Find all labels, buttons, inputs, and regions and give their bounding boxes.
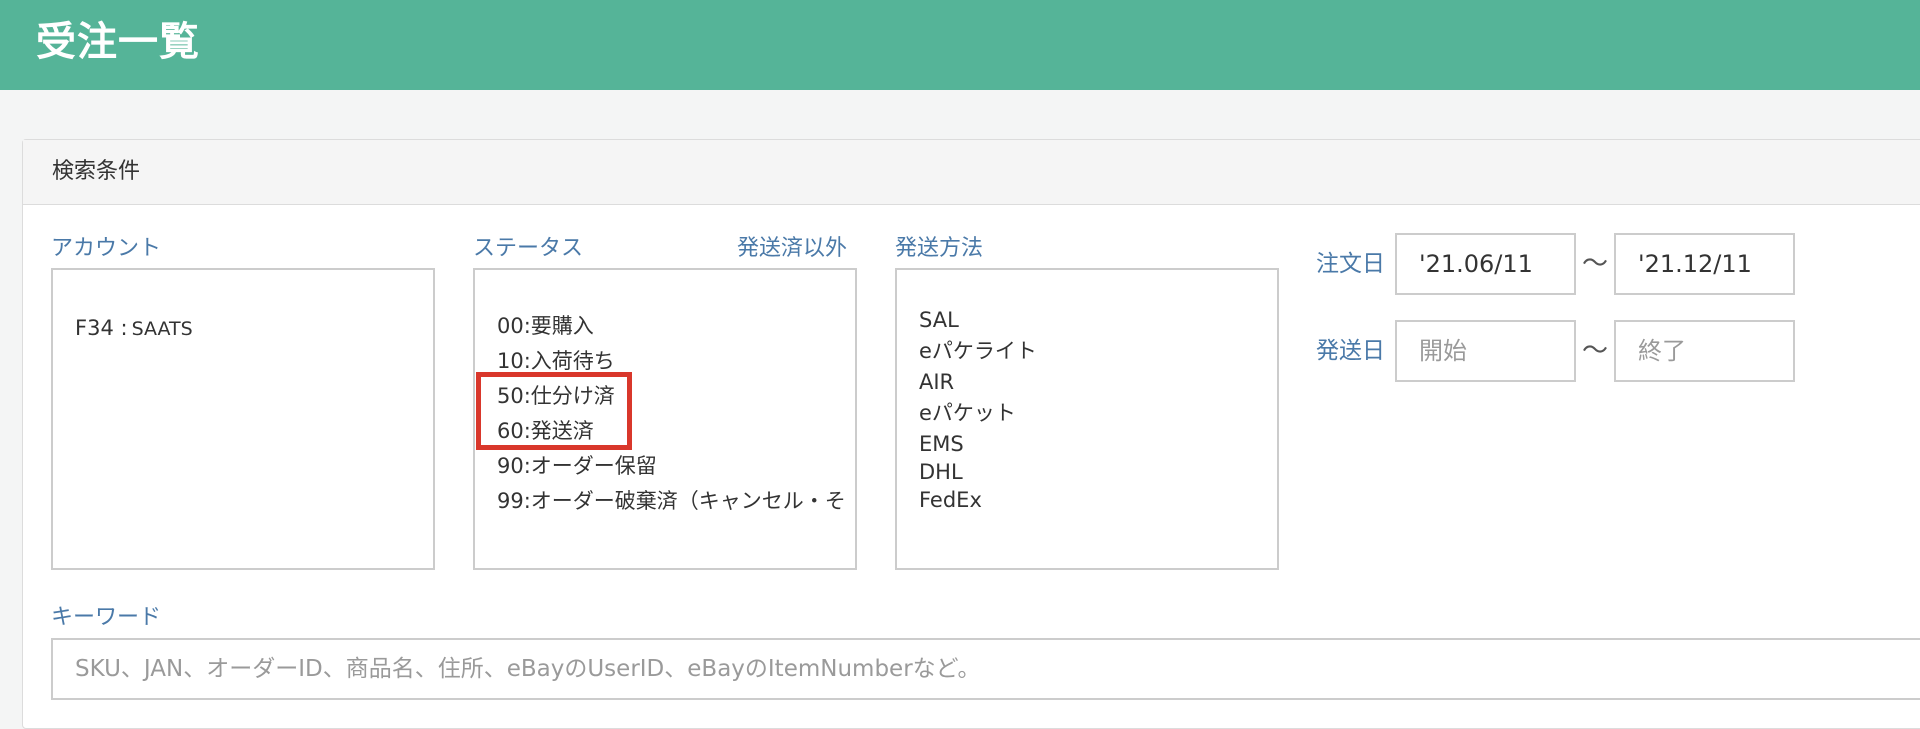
status-label: ステータス <box>473 236 584 261</box>
shipping-method-label: 発送方法 <box>895 236 984 261</box>
status-option-10[interactable]: 10:入荷待ち <box>497 347 615 375</box>
shipping-option-air[interactable]: AIR <box>919 368 954 396</box>
shipping-method-listbox[interactable]: SAL eパケライト AIR eパケット EMS DHL FedEx <box>895 268 1279 570</box>
order-date-from-input[interactable] <box>1395 233 1576 295</box>
shipping-option-dhl[interactable]: DHL <box>919 458 963 486</box>
ship-date-separator: 〜 <box>1582 336 1609 366</box>
status-exclude-shipped-link[interactable]: 発送済以外 <box>737 235 847 263</box>
account-option-code: F34 : <box>75 316 128 340</box>
shipping-option-epacket-light[interactable]: eパケライト <box>919 337 1037 365</box>
keyword-label: キーワード <box>51 605 162 630</box>
shipping-option-sal[interactable]: SAL <box>919 306 959 334</box>
status-option-99[interactable]: 99:オーダー破棄済（キャンセル・そ <box>497 487 846 515</box>
account-option[interactable]: F34 : SAATS <box>75 314 193 343</box>
keyword-input[interactable] <box>51 638 1920 700</box>
ship-date-label: 発送日 <box>1316 338 1385 364</box>
status-option-90[interactable]: 90:オーダー保留 <box>497 452 657 480</box>
search-panel-heading: 検索条件 <box>23 140 1920 205</box>
status-option-00[interactable]: 00:要購入 <box>497 312 594 340</box>
account-label: アカウント <box>51 236 162 261</box>
search-panel-title: 検索条件 <box>52 159 141 184</box>
account-listbox[interactable]: F34 : SAATS <box>51 268 435 570</box>
shipping-option-fedex[interactable]: FedEx <box>919 486 982 514</box>
page-title: 受注一覧 <box>36 19 200 65</box>
order-date-label: 注文日 <box>1316 251 1385 277</box>
ship-date-from-input[interactable] <box>1395 320 1576 382</box>
order-date-to-input[interactable] <box>1614 233 1795 295</box>
ship-date-to-input[interactable] <box>1614 320 1795 382</box>
app-header: 受注一覧 <box>0 0 1920 90</box>
shipping-option-epacket[interactable]: eパケット <box>919 399 1016 427</box>
shipping-option-ems[interactable]: EMS <box>919 430 964 458</box>
status-highlight-annotation <box>476 372 632 450</box>
account-option-name: SAATS <box>131 318 193 340</box>
order-date-separator: 〜 <box>1582 249 1609 279</box>
